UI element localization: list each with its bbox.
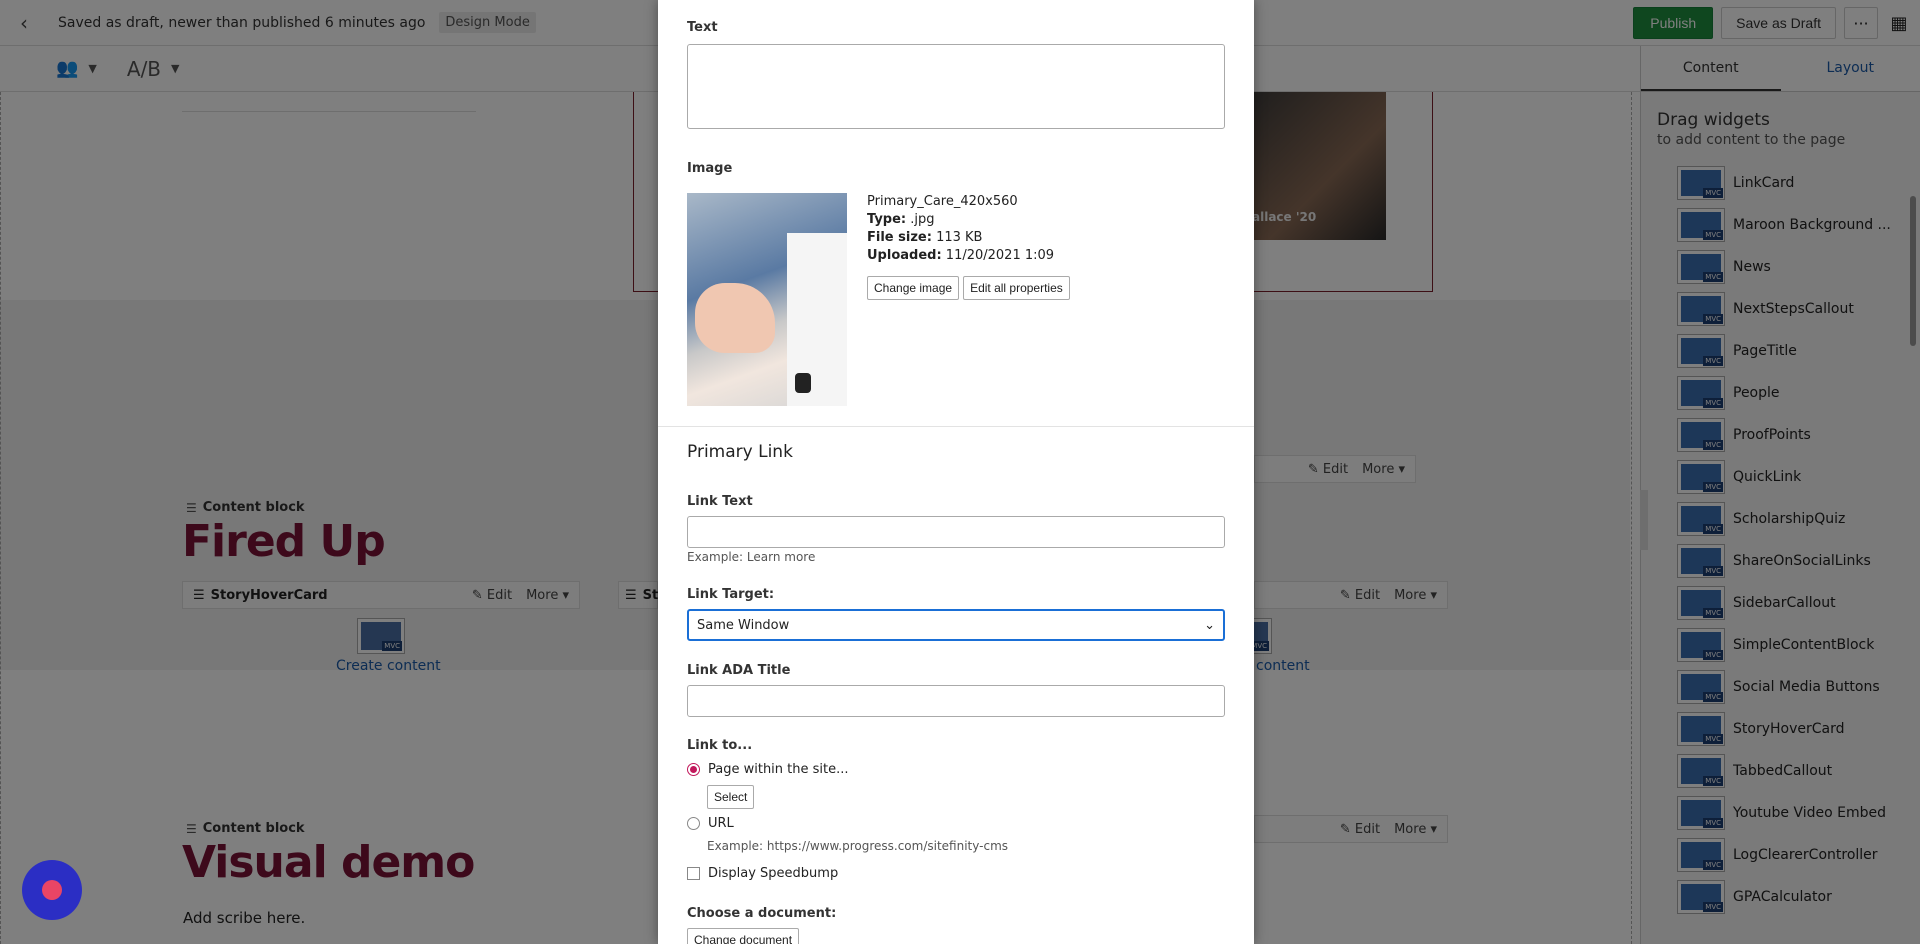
image-info: Primary_Care_420x560 Type: .jpg File siz… (867, 194, 1055, 263)
link-target-select[interactable]: Same Window ⌄ (687, 609, 1225, 641)
link-target-label: Link Target: (687, 587, 775, 602)
document-label: Choose a document: (687, 906, 837, 921)
radio-button-page[interactable] (687, 763, 700, 776)
image-type: .jpg (910, 212, 935, 227)
radio-button-url[interactable] (687, 817, 700, 830)
chat-launcher-button[interactable] (22, 860, 82, 920)
speedbump-row[interactable]: Display Speedbump (687, 866, 838, 881)
link-to-label: Link to... (687, 738, 753, 753)
text-label: Text (687, 20, 718, 35)
link-text-hint: Example: Learn more (687, 550, 816, 564)
text-textarea[interactable] (687, 44, 1225, 129)
radio-page[interactable]: Page within the site... (687, 762, 849, 777)
edit-widget-dialog: Text Image Primary_Care_420x560 Type: .j… (658, 0, 1254, 944)
chevron-down-icon: ⌄ (1204, 617, 1215, 633)
link-text-input[interactable] (687, 516, 1225, 548)
image-filename: Primary_Care_420x560 (867, 194, 1018, 209)
change-image-button[interactable]: Change image (867, 276, 960, 300)
radio-url[interactable]: URL (687, 816, 734, 831)
ada-title-label: Link ADA Title (687, 663, 791, 678)
url-hint: Example: https://www.progress.com/sitefi… (707, 839, 1009, 853)
image-size: 113 KB (936, 230, 983, 245)
ada-title-input[interactable] (687, 685, 1225, 717)
chat-icon (42, 880, 62, 900)
divider (658, 426, 1254, 427)
speedbump-checkbox[interactable] (687, 867, 700, 880)
image-thumbnail (687, 193, 847, 406)
edit-properties-button[interactable]: Edit all properties (963, 276, 1070, 300)
select-page-button[interactable]: Select (707, 785, 755, 809)
link-text-label: Link Text (687, 494, 753, 509)
change-document-button[interactable]: Change document (687, 928, 800, 944)
primary-link-heading: Primary Link (687, 442, 793, 462)
image-label: Image (687, 161, 733, 176)
image-uploaded: 11/20/2021 1:09 (945, 248, 1055, 263)
